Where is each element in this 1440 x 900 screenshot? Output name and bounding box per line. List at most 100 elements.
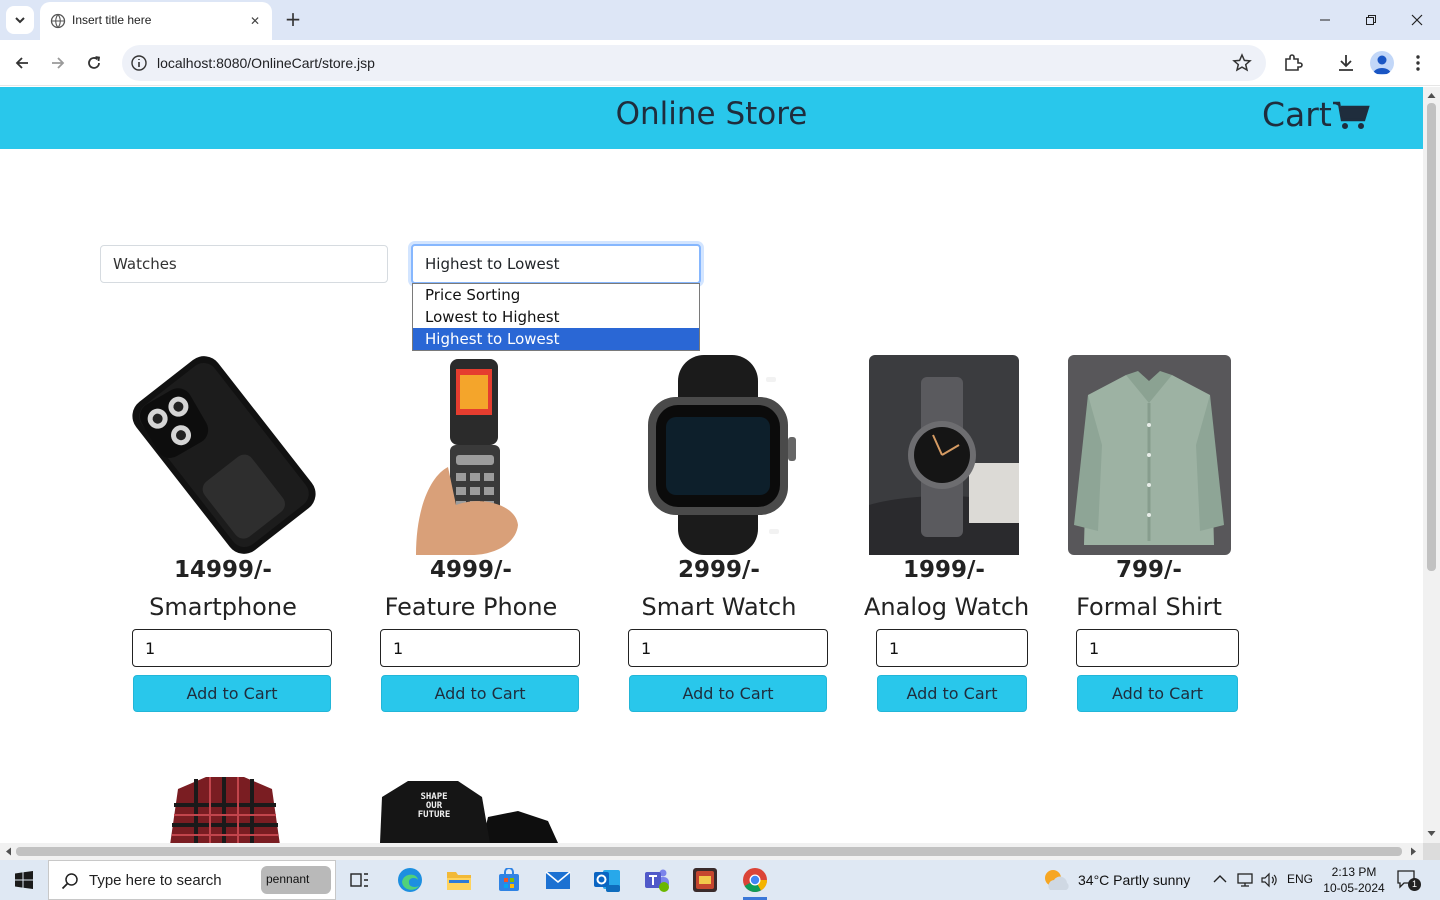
sort-dropdown-list: Price Sorting Lowest to Highest Highest … [412,283,700,351]
minimize-button[interactable] [1302,0,1348,40]
weather-widget[interactable]: 34°C Partly sunny [1042,866,1190,894]
outlook-icon [594,870,620,892]
cart-label: Cart [1262,95,1332,134]
quantity-input[interactable]: 1 [132,629,332,667]
product-price: 14999/- [174,557,272,583]
notification-count: 1 [1408,878,1421,891]
chrome-app[interactable] [739,864,771,900]
site-info-icon[interactable] [130,54,148,72]
scrollbar-corner [1423,843,1440,860]
add-to-cart-button[interactable]: Add to Cart [133,675,331,712]
chevron-down-icon [15,17,25,24]
more-vertical-icon [1416,55,1420,71]
partly-sunny-icon [1045,870,1069,890]
quantity-input[interactable]: 1 [628,629,828,667]
new-tab-button[interactable]: + [282,8,304,30]
game-app-icon [693,868,717,892]
edge-icon [398,868,422,892]
quantity-value: 1 [393,639,404,658]
add-to-cart-button[interactable]: Add to Cart [629,675,827,712]
taskbar-search-box[interactable]: Type here to search pennant [48,860,336,900]
chevron-up-icon[interactable] [1213,874,1227,884]
download-icon [1339,55,1353,71]
product-name: Analog Watch [864,593,1030,621]
reload-button[interactable] [81,50,107,76]
back-button[interactable] [9,50,35,76]
quantity-input[interactable]: 1 [380,629,580,667]
game-app[interactable] [689,864,721,896]
clock-time: 2:13 PM [1331,865,1377,879]
tab-close-icon[interactable]: ✕ [246,12,264,30]
file-explorer-app[interactable] [443,864,475,896]
notifications-button[interactable]: 1 [1396,869,1421,891]
product-name: Feature Phone [384,593,558,621]
browser-menu-button[interactable] [1407,52,1429,74]
restore-button[interactable] [1348,0,1394,40]
teams-app[interactable] [640,864,672,896]
arrow-right-icon [52,57,65,69]
address-bar[interactable]: localhost:8080/OnlineCart/store.jsp [122,45,1266,81]
mail-icon [545,871,571,889]
horizontal-scrollbar[interactable] [0,843,1423,860]
sort-option-highest-to-lowest[interactable]: Highest to Lowest [413,328,699,350]
vertical-scrollbar[interactable] [1423,87,1440,843]
user-icon [1373,55,1391,74]
quantity-value: 1 [1089,639,1100,658]
add-to-cart-button[interactable]: Add to Cart [381,675,579,712]
downloads-button[interactable] [1335,52,1357,74]
store-header: Online Store Cart [0,87,1423,149]
quantity-input[interactable]: 1 [876,629,1028,667]
quantity-value: 1 [889,639,900,658]
product-price: 799/- [1116,557,1182,583]
tab-title: Insert title here [72,13,152,27]
microsoft-store-app[interactable] [493,864,525,896]
horizontal-scroll-thumb[interactable] [16,847,1402,856]
store-title: Online Store [615,96,808,132]
language-indicator[interactable]: ENG [1287,872,1313,886]
scroll-left-icon[interactable] [4,847,12,856]
scroll-up-icon[interactable] [1427,91,1436,99]
close-window-button[interactable] [1394,0,1440,40]
add-to-cart-button[interactable]: Add to Cart [877,675,1027,712]
puzzle-icon [1285,54,1303,71]
analog-watch-image [869,355,1019,555]
sort-option-lowest-to-highest[interactable]: Lowest to Highest [413,306,699,328]
forward-button[interactable] [45,50,71,76]
quantity-input[interactable]: 1 [1076,629,1239,667]
teams-icon [645,869,669,892]
product-price: 2999/- [678,557,760,583]
smartphone-image [132,356,316,554]
pennant-label: pennant [266,872,310,886]
taskbar-clock[interactable]: 2:13 PM 10-05-2024 [1318,864,1390,896]
taskbar-search-placeholder: Type here to search [89,872,222,889]
profile-avatar[interactable] [1370,51,1394,75]
vertical-scroll-thumb[interactable] [1427,103,1436,571]
browser-toolbar: localhost:8080/OnlineCart/store.jsp [0,40,1440,86]
url-text: localhost:8080/OnlineCart/store.jsp [157,55,375,71]
page-viewport: Online Store Cart Watches Highest to Low… [0,87,1423,843]
clock-date: 10-05-2024 [1323,881,1385,895]
mail-app[interactable] [542,864,574,896]
feature-phone-image [416,359,518,555]
arrow-left-icon [15,57,28,69]
cart-link[interactable]: Cart [1262,95,1370,134]
browser-tab[interactable]: Insert title here ✕ [40,2,272,40]
scroll-down-icon[interactable] [1427,830,1436,838]
price-sort-select[interactable]: Highest to Lowest [411,244,701,284]
volume-icon[interactable] [1260,872,1278,888]
scroll-right-icon[interactable] [1410,847,1418,856]
pennant-badge[interactable]: pennant [261,866,331,894]
tab-search-button[interactable] [6,6,34,34]
category-filter-value: Watches [113,255,177,273]
sort-option-price-sorting[interactable]: Price Sorting [413,284,699,306]
network-icon[interactable] [1236,872,1254,888]
task-view-button[interactable] [344,864,376,896]
edge-app[interactable] [394,864,426,896]
add-to-cart-button[interactable]: Add to Cart [1077,675,1238,712]
start-button[interactable] [0,860,48,900]
category-filter-input[interactable]: Watches [100,245,388,283]
weather-text: 34°C Partly sunny [1078,872,1191,888]
outlook-app[interactable] [591,864,623,896]
bookmark-star-icon[interactable] [1232,53,1252,73]
extensions-button[interactable] [1282,52,1304,74]
